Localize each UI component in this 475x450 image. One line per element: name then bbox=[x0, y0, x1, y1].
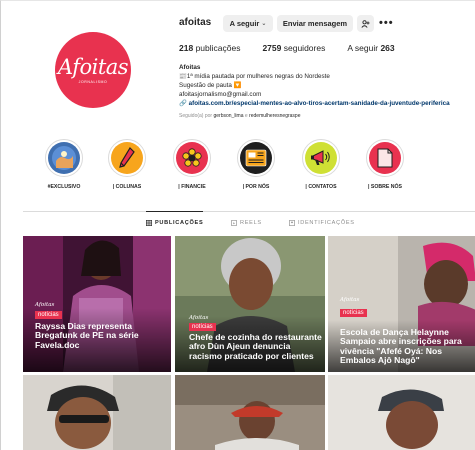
tab-reels-label: REELS bbox=[240, 220, 262, 226]
highlight-sobre-nos[interactable]: | SOBRE NÓS bbox=[357, 139, 413, 190]
suggest-accounts-button[interactable] bbox=[357, 15, 374, 32]
post-title: Chefe de cozinha do restaurante afro Dùn… bbox=[189, 332, 322, 361]
send-message-label: Enviar mensagem bbox=[282, 19, 348, 28]
post-title: Rayssa Dias representa Bregafunk de PE n… bbox=[35, 321, 139, 350]
bio-name: Afoitas bbox=[179, 64, 201, 71]
following-button-label: A seguir bbox=[229, 19, 260, 28]
followers-label: seguidores bbox=[283, 43, 326, 53]
highlight-label: | FINANCIE bbox=[178, 184, 206, 190]
profile-username: afoitas bbox=[179, 17, 212, 28]
highlight-cover bbox=[305, 142, 337, 174]
bio-line-tagline: 📰1ª mídia pautada por mulheres negras do… bbox=[179, 73, 330, 80]
tabs-divider bbox=[23, 211, 475, 212]
highlight-ring bbox=[237, 139, 275, 177]
followers-count: 2759 bbox=[262, 43, 282, 53]
grid-icon bbox=[146, 220, 152, 226]
highlight-financie[interactable]: | FINANCIE bbox=[164, 139, 220, 190]
highlight-ring bbox=[302, 139, 340, 177]
followed-by-prefix: Seguido(a) por bbox=[179, 113, 213, 119]
flower-icon bbox=[182, 148, 202, 167]
post-tile[interactable]: Afoitas notícias Rayssa Dias representa … bbox=[23, 236, 171, 372]
reels-icon bbox=[231, 220, 237, 226]
highlight-ring bbox=[173, 139, 211, 177]
link-icon: 🔗 bbox=[179, 100, 187, 107]
tab-posts-label: PUBLICAÇÕES bbox=[155, 220, 204, 226]
highlight-ring bbox=[366, 139, 404, 177]
post-brand: Afoitas bbox=[35, 302, 55, 308]
tab-reels[interactable]: REELS bbox=[231, 220, 262, 226]
highlight-exclusivo[interactable]: #EXCLUSIVO bbox=[36, 139, 92, 190]
bio-link[interactable]: afoitas.com.br/especial-mentes-ao-alvo-t… bbox=[189, 100, 450, 107]
post-photo bbox=[23, 375, 171, 450]
followed-by[interactable]: Seguido(a) por gerbson_lima e redemulher… bbox=[179, 113, 300, 119]
highlight-cover bbox=[369, 142, 401, 174]
chevron-down-icon: ⌄ bbox=[261, 21, 267, 27]
following-button[interactable]: A seguir ⌄ bbox=[223, 15, 273, 32]
followed-by-user-1[interactable]: gerbson_lima bbox=[213, 113, 243, 119]
post-title: Escola de Dança Helaynne Sampaio abre in… bbox=[340, 327, 462, 365]
highlight-label: | SOBRE NÓS bbox=[367, 184, 403, 190]
profile-page: Afoitas JORNALISMO afoitas A seguir ⌄ En… bbox=[0, 0, 475, 450]
highlight-cover bbox=[240, 142, 272, 174]
post-photo bbox=[328, 375, 475, 450]
post-tile[interactable]: Afoitas notícias Escola de Dança Helaynn… bbox=[328, 236, 475, 372]
following-stat[interactable]: A seguir 263 bbox=[347, 43, 394, 53]
post-tag: notícias bbox=[35, 311, 62, 319]
post-tile[interactable] bbox=[23, 375, 171, 450]
highlight-por-nos[interactable]: | POR NÓS bbox=[228, 139, 284, 190]
tagged-icon bbox=[289, 220, 295, 226]
profile-stats: 218 publicações 2759 seguidores A seguir… bbox=[179, 43, 417, 53]
posts-label: publicações bbox=[195, 43, 241, 53]
highlight-label: | POR NÓS bbox=[242, 184, 270, 190]
bio-link-row[interactable]: 🔗 afoitas.com.br/especial-mentes-ao-alvo… bbox=[179, 99, 475, 108]
globe-icon bbox=[52, 146, 76, 170]
highlight-ring bbox=[45, 139, 83, 177]
post-tile[interactable] bbox=[328, 375, 475, 450]
post-tile[interactable]: Afoitas notícias Chefe de cozinha do res… bbox=[175, 236, 325, 372]
posts-count: 218 bbox=[179, 43, 194, 53]
bio-line-suggestion: Sugestão de pauta 🔽 bbox=[179, 82, 242, 89]
post-tag: notícias bbox=[189, 323, 216, 331]
profile-bio: Afoitas 📰1ª mídia pautada por mulheres n… bbox=[179, 63, 475, 108]
highlight-ring bbox=[108, 139, 146, 177]
following-label: A seguir bbox=[347, 43, 379, 53]
followers-stat[interactable]: 2759 seguidores bbox=[262, 43, 325, 53]
highlight-label: | CONTATOS bbox=[305, 184, 337, 190]
highlight-colunas[interactable]: | COLUNAS bbox=[99, 139, 155, 190]
highlight-contatos[interactable]: | CONTATOS bbox=[293, 139, 349, 190]
highlight-cover bbox=[111, 142, 143, 174]
bio-email: afoitasjornalismo@gmail.com bbox=[179, 91, 262, 98]
post-tile[interactable] bbox=[175, 375, 325, 450]
avatar-logo-text: Afoitas bbox=[57, 54, 129, 79]
followed-by-and: e bbox=[244, 113, 248, 119]
more-options-icon[interactable]: ••• bbox=[379, 17, 394, 29]
add-user-icon bbox=[361, 19, 370, 28]
tab-posts[interactable]: PUBLICAÇÕES bbox=[146, 211, 204, 226]
newspaper-icon bbox=[245, 149, 267, 167]
highlight-label: #EXCLUSIVO bbox=[47, 184, 81, 190]
post-brand: Afoitas bbox=[189, 315, 209, 321]
post-tag: notícias bbox=[340, 309, 367, 317]
posts-stat[interactable]: 218 publicações bbox=[179, 43, 240, 53]
highlight-label: | COLUNAS bbox=[112, 184, 142, 190]
following-count: 263 bbox=[380, 43, 395, 53]
post-brand: Afoitas bbox=[340, 297, 360, 303]
profile-avatar[interactable]: Afoitas JORNALISMO bbox=[55, 32, 131, 108]
avatar-logo-subtitle: JORNALISMO bbox=[78, 79, 108, 84]
megaphone-icon bbox=[311, 150, 330, 165]
highlight-cover bbox=[48, 142, 80, 174]
paper-icon bbox=[377, 148, 393, 168]
post-photo bbox=[175, 375, 325, 450]
pen-icon bbox=[119, 147, 135, 168]
followed-by-user-2[interactable]: redemulheresnegraspe bbox=[249, 113, 300, 119]
tab-tagged-label: IDENTIFICAÇÕES bbox=[298, 220, 355, 226]
tab-tagged[interactable]: IDENTIFICAÇÕES bbox=[289, 220, 355, 226]
highlight-cover bbox=[176, 142, 208, 174]
send-message-button[interactable]: Enviar mensagem bbox=[277, 15, 353, 32]
